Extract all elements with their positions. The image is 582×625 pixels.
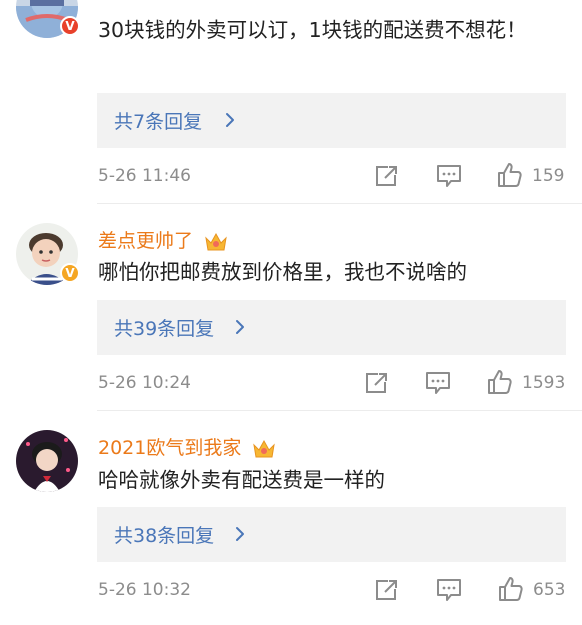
comment-icon[interactable] (436, 578, 462, 602)
share-icon[interactable] (374, 164, 400, 188)
comment-text: 哈哈就像外卖有配送费是一样的 (98, 468, 385, 492)
crown-icon (253, 439, 276, 457)
comment-time: 5-26 10:32 (98, 580, 191, 600)
avatar[interactable] (16, 430, 78, 492)
chevron-right-icon (236, 320, 244, 334)
chevron-right-icon (226, 113, 234, 127)
comment-icon[interactable] (425, 371, 451, 395)
comment-text: 30块钱的外卖可以订，1块钱的配送费不想花！ (98, 18, 527, 42)
comment-icon[interactable] (436, 164, 462, 188)
username-text: 差点更帅了 (98, 230, 194, 252)
like-count: 1593 (522, 373, 566, 393)
replies-label: 共38条回复 (114, 525, 215, 547)
view-replies-button[interactable]: 共38条回复 (97, 507, 566, 562)
avatar-image (16, 430, 78, 492)
chevron-right-icon (236, 527, 244, 541)
like-count: 159 (532, 166, 565, 186)
username[interactable]: 差点更帅了 (98, 226, 229, 253)
comment-text: 哪怕你把邮费放到价格里，我也不说啥的 (98, 260, 467, 284)
comment-time: 5-26 10:24 (98, 373, 191, 393)
share-icon[interactable] (374, 578, 400, 602)
view-replies-button[interactable]: 共7条回复 (97, 93, 566, 148)
share-icon[interactable] (364, 371, 390, 395)
like-count: 653 (533, 580, 566, 600)
view-replies-button[interactable]: 共39条回复 (97, 300, 566, 355)
username-text: 2021欧气到我家 (98, 437, 242, 459)
avatar[interactable]: V (16, 223, 80, 285)
verified-badge: V (60, 16, 80, 36)
crown-icon (205, 232, 227, 250)
like-icon[interactable] (486, 368, 513, 395)
like-icon[interactable] (496, 161, 523, 188)
divider (97, 410, 582, 411)
like-icon[interactable] (497, 575, 524, 602)
avatar[interactable]: V (16, 0, 80, 38)
verified-badge: V (60, 263, 80, 283)
username[interactable]: 2021欧气到我家 (98, 433, 277, 460)
replies-label: 共39条回复 (114, 318, 215, 340)
replies-label: 共7条回复 (114, 111, 203, 133)
comment-time: 5-26 11:46 (98, 166, 191, 186)
divider (97, 203, 582, 204)
